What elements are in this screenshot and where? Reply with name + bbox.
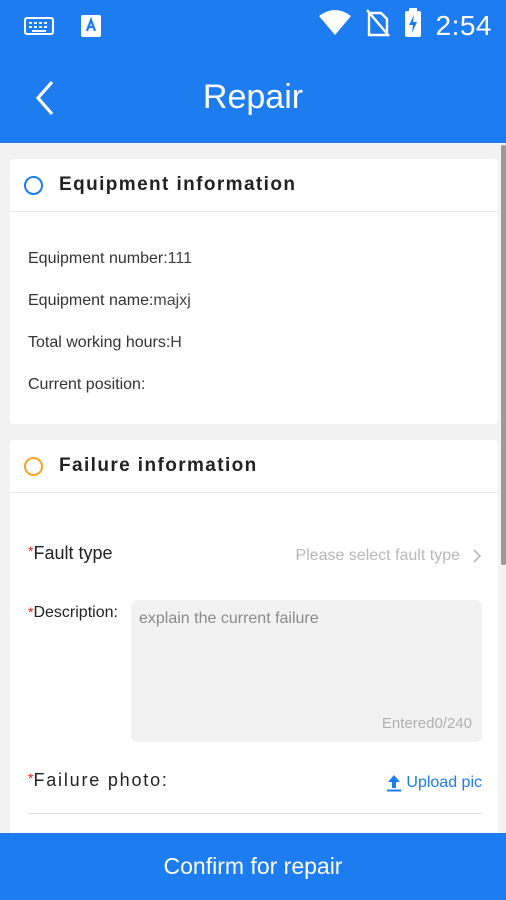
- description-label: *Description:: [28, 604, 118, 622]
- equipment-card-header: Equipment information: [10, 159, 498, 212]
- failure-photo-label: Failure photo:: [33, 770, 169, 790]
- fault-type-label: Fault type: [33, 543, 113, 563]
- clock-time: 2:54: [435, 9, 492, 41]
- failure-photo-field: *Failure photo: Upload pic: [28, 770, 482, 814]
- equipment-info-card: Equipment information Equipment number: …: [10, 159, 498, 424]
- info-value: majxj: [153, 292, 191, 309]
- failure-info-card: Failure information *Fault type Please s…: [10, 440, 498, 833]
- description-field: *Description: Entered0/240: [28, 600, 482, 750]
- failure-card-title: Failure information: [59, 455, 258, 476]
- info-label: Current position:: [28, 376, 146, 393]
- char-counter: Entered0/240: [381, 715, 472, 732]
- nav-bar: Repair: [0, 62, 506, 134]
- equipment-name-row: Equipment name: majxj: [28, 292, 498, 334]
- wifi-icon: [318, 10, 352, 41]
- a-app-icon: [80, 14, 102, 43]
- failure-card-header: Failure information: [10, 440, 498, 493]
- fault-type-placeholder: Please select fault type: [295, 547, 460, 564]
- status-bar: 2:54: [0, 0, 506, 54]
- battery-charging-icon: [404, 8, 422, 43]
- circle-icon: [24, 456, 43, 476]
- description-label-text: Description:: [33, 604, 118, 621]
- info-value: H: [170, 334, 182, 351]
- equipment-number-row: Equipment number: 111: [28, 250, 498, 292]
- working-hours-row: Total working hours: H: [28, 334, 498, 376]
- fault-type-select[interactable]: Please select fault type: [295, 547, 482, 565]
- equipment-info-list: Equipment number: 111 Equipment name: ma…: [10, 212, 498, 418]
- chevron-right-icon: [473, 549, 482, 563]
- info-label: Equipment name:: [28, 292, 154, 309]
- equipment-card-title: Equipment information: [59, 174, 297, 195]
- info-value: 111: [167, 250, 192, 267]
- content-area[interactable]: Equipment information Equipment number: …: [0, 143, 506, 833]
- keyboard-icon: [24, 16, 54, 41]
- description-textarea[interactable]: [139, 610, 474, 710]
- no-sim-icon: [365, 9, 390, 42]
- scrollbar[interactable]: [501, 145, 506, 565]
- confirm-repair-button[interactable]: Confirm for repair: [0, 833, 506, 900]
- app-header: 2:54 Repair: [0, 0, 506, 143]
- upload-pic-label: Upload pic: [406, 774, 482, 791]
- circle-icon: [24, 175, 43, 195]
- page-title: Repair: [202, 78, 304, 116]
- info-label: Equipment number:: [28, 250, 168, 267]
- current-position-row: Current position:: [28, 376, 498, 418]
- upload-pic-button[interactable]: Upload pic: [386, 774, 482, 792]
- upload-icon: [387, 775, 402, 792]
- description-box: Entered0/240: [131, 600, 482, 742]
- fault-type-field[interactable]: *Fault type Please select fault type: [28, 543, 482, 575]
- info-label: Total working hours:: [28, 334, 171, 351]
